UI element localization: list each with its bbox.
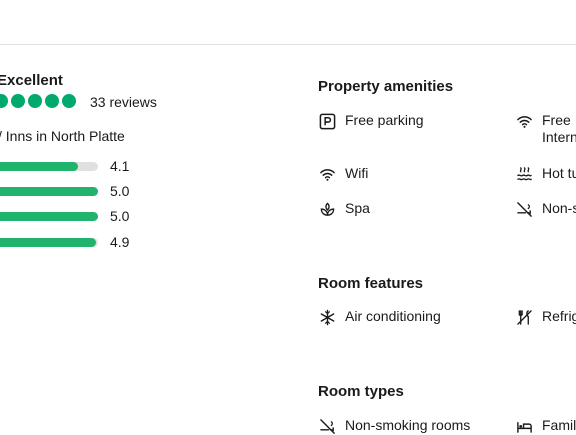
amenity-label-line-2: Intern [542, 129, 576, 145]
hot-tub-icon [515, 165, 533, 183]
no-smoking-icon [515, 200, 533, 218]
subscore-value: 4.9 [110, 234, 130, 250]
subscore-row: 5.0 [0, 208, 140, 224]
subscore-row: 4.9 [0, 234, 140, 250]
amenity-non-smoking: Non-s [515, 200, 576, 218]
review-count-link[interactable]: 33 reviews [90, 94, 157, 110]
property-amenities-title: Property amenities [318, 78, 454, 95]
feature-refrigerator: Refrig [515, 308, 576, 326]
subscore-value: 5.0 [110, 208, 130, 224]
amenity-free-parking: Free parking [318, 112, 424, 130]
spa-icon [318, 200, 336, 218]
rating-bubble-icon [45, 94, 59, 108]
subscore-bar-fill [0, 187, 98, 196]
amenity-label: Free parking [345, 112, 424, 128]
rating-bubble-icon [0, 94, 8, 108]
ranking-label: Inns in North Platte [5, 128, 125, 144]
subscore-row: 5.0 [0, 183, 140, 199]
subscore-bar-fill [0, 162, 79, 171]
amenity-spa: Spa [318, 200, 370, 218]
room-type-non-smoking: Non-smoking rooms [318, 417, 470, 435]
parking-icon [318, 112, 336, 130]
snowflake-icon [318, 308, 336, 326]
room-features-title: Room features [318, 275, 424, 292]
rating-bubble-icon [62, 94, 76, 108]
amenity-label: Air conditioning [345, 308, 441, 324]
top-divider [0, 44, 576, 45]
amenity-label-line-1: Free [542, 112, 571, 128]
rating-label: Excellent [0, 72, 63, 89]
amenity-hot-tub: Hot tu [515, 165, 576, 183]
no-smoking-icon [318, 417, 336, 435]
amenity-label: Hot tu [542, 165, 576, 181]
refrigerator-icon [515, 308, 533, 326]
ranking-text: / Inns in North Platte [0, 128, 125, 144]
wifi-icon [318, 165, 336, 183]
amenity-wifi: Wifi [318, 165, 368, 183]
bed-icon [515, 417, 533, 435]
amenity-label: Free Intern [542, 112, 576, 146]
rating-bubble-icon [28, 94, 42, 108]
subscore-bar [0, 212, 98, 221]
rating-bubbles [0, 94, 76, 108]
amenity-label: Spa [345, 200, 370, 216]
subscore-bar [0, 162, 98, 171]
room-type-family: Famil [515, 417, 576, 435]
rating-bubble-icon [11, 94, 25, 108]
wifi-icon [515, 112, 533, 130]
amenity-label: Non-smoking rooms [345, 417, 471, 433]
amenity-label: Wifi [345, 165, 369, 181]
amenity-label: Non-s [542, 200, 576, 216]
subscore-value: 5.0 [110, 183, 130, 199]
subscore-bar [0, 187, 98, 196]
subscore-row: 4.1 [0, 158, 140, 174]
subscore-bar-fill [0, 238, 96, 247]
feature-air-conditioning: Air conditioning [318, 308, 441, 326]
room-types-title: Room types [318, 383, 404, 400]
subscore-bar-fill [0, 212, 98, 221]
amenity-free-internet: Free Intern [515, 112, 576, 146]
amenity-label: Refrig [542, 308, 576, 324]
amenity-label: Famil [542, 417, 576, 433]
subscore-bar [0, 238, 98, 247]
subscore-value: 4.1 [110, 158, 130, 174]
